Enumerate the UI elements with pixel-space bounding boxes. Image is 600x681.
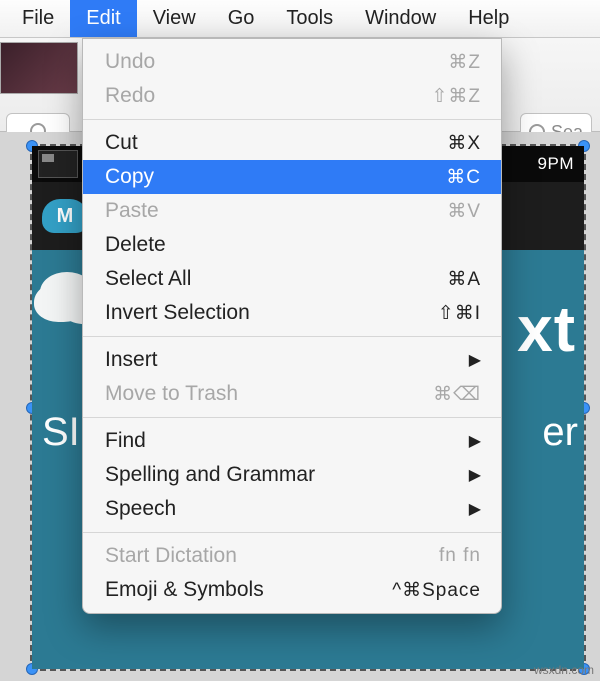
menu-item-label: Redo [105, 84, 431, 108]
menu-item-label: Undo [105, 50, 448, 74]
menu-item-spelling-and-grammar[interactable]: Spelling and Grammar▶ [83, 458, 501, 492]
menubar: File Edit View Go Tools Window Help [0, 0, 600, 38]
menu-item-label: Copy [105, 165, 446, 189]
menu-item-speech[interactable]: Speech▶ [83, 492, 501, 526]
menu-item-label: Start Dictation [105, 544, 439, 568]
menu-item-shortcut: ⌘V [447, 200, 481, 223]
menu-item-shortcut: ⌘A [447, 268, 481, 291]
menu-item-shortcut: ⌘X [447, 132, 481, 155]
menu-item-label: Select All [105, 267, 447, 291]
menu-separator [83, 336, 501, 337]
menu-item-label: Insert [105, 348, 469, 372]
menu-item-paste: Paste⌘V [83, 194, 501, 228]
menu-item-cut[interactable]: Cut⌘X [83, 126, 501, 160]
watermark: wsxdn.com [534, 663, 594, 677]
menu-item-select-all[interactable]: Select All⌘A [83, 262, 501, 296]
menu-item-label: Spelling and Grammar [105, 463, 469, 487]
menu-item-find[interactable]: Find▶ [83, 424, 501, 458]
menu-item-label: Invert Selection [105, 301, 438, 325]
menu-separator [83, 532, 501, 533]
menu-item-label: Speech [105, 497, 469, 521]
menu-item-shortcut: ⇧⌘Z [431, 85, 481, 108]
submenu-arrow-icon: ▶ [469, 350, 481, 370]
submenu-arrow-icon: ▶ [469, 431, 481, 451]
menu-item-move-to-trash: Move to Trash⌘⌫ [83, 377, 501, 411]
menu-item-shortcut: ⌘C [446, 166, 481, 189]
menu-item-start-dictation: Start Dictationfn fn [83, 539, 501, 573]
menu-tools[interactable]: Tools [270, 0, 349, 37]
menu-item-label: Move to Trash [105, 382, 433, 406]
menu-edit[interactable]: Edit [70, 0, 136, 37]
menu-item-shortcut: ^⌘Space [392, 579, 481, 602]
subtitle-left: SI [42, 410, 80, 455]
submenu-arrow-icon: ▶ [469, 499, 481, 519]
subtitle-right: er [542, 410, 578, 455]
app-logo-text: M [57, 205, 74, 228]
sidebar-thumbnail[interactable] [0, 42, 78, 94]
menu-separator [83, 119, 501, 120]
submenu-arrow-icon: ▶ [469, 465, 481, 485]
menu-item-copy[interactable]: Copy⌘C [83, 160, 501, 194]
menu-item-insert[interactable]: Insert▶ [83, 343, 501, 377]
menu-help[interactable]: Help [452, 0, 525, 37]
menu-item-emoji-symbols[interactable]: Emoji & Symbols^⌘Space [83, 573, 501, 607]
menu-item-label: Emoji & Symbols [105, 578, 392, 602]
menu-separator [83, 417, 501, 418]
menu-item-label: Find [105, 429, 469, 453]
menu-item-redo: Redo⇧⌘Z [83, 79, 501, 113]
image-icon [38, 150, 78, 178]
menu-item-invert-selection[interactable]: Invert Selection⇧⌘I [83, 296, 501, 330]
menu-item-shortcut: ⌘⌫ [433, 383, 481, 406]
status-time: 9PM [538, 154, 574, 174]
menu-item-label: Cut [105, 131, 447, 155]
menu-go[interactable]: Go [212, 0, 271, 37]
menu-window[interactable]: Window [349, 0, 452, 37]
menu-item-delete[interactable]: Delete [83, 228, 501, 262]
title-fragment: xt [517, 292, 576, 366]
menu-item-label: Delete [105, 233, 481, 257]
menu-file[interactable]: File [6, 0, 70, 37]
edit-menu-dropdown: Undo⌘ZRedo⇧⌘ZCut⌘XCopy⌘CPaste⌘VDeleteSel… [82, 38, 502, 614]
menu-item-undo: Undo⌘Z [83, 45, 501, 79]
menu-item-label: Paste [105, 199, 447, 223]
menu-item-shortcut: fn fn [439, 545, 481, 567]
menu-item-shortcut: ⇧⌘I [438, 302, 481, 325]
menu-item-shortcut: ⌘Z [448, 51, 481, 74]
menu-view[interactable]: View [137, 0, 212, 37]
